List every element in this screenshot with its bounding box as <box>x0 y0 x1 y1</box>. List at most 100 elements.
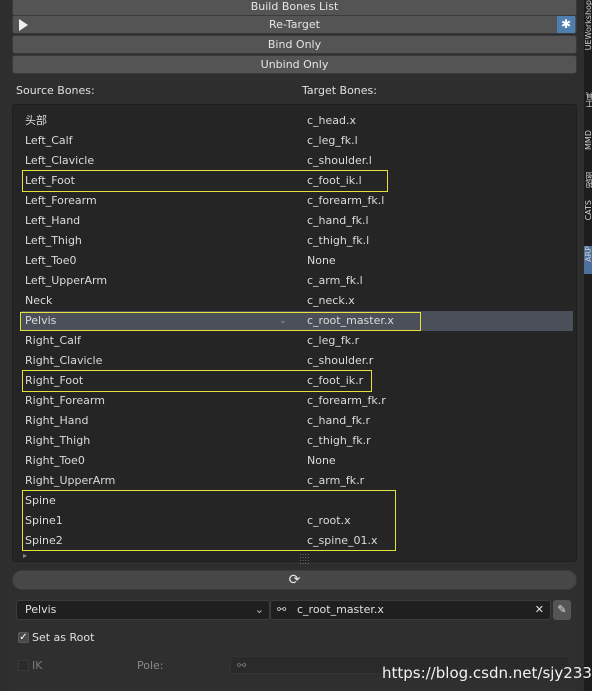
build-bones-list-label: Build Bones List <box>250 0 339 13</box>
bone-row[interactable]: Left_Clavicle c_shoulder.l <box>21 151 573 171</box>
source-bone: Right_Clavicle <box>25 354 103 367</box>
tab-tools[interactable]: 工具 <box>584 92 592 116</box>
retarget-button[interactable]: Re-Target ✱ <box>12 15 577 34</box>
bone-icon: ⚯ <box>237 659 247 672</box>
retarget-panel: Build Bones List Re-Target ✱ Bind Only U… <box>0 0 584 691</box>
target-bone: c_leg_fk.l <box>307 134 358 147</box>
bone-row[interactable]: Right_Calf c_leg_fk.r <box>21 331 573 351</box>
source-bone: Left_Thigh <box>25 234 82 247</box>
ik-checkbox[interactable] <box>18 660 29 671</box>
source-bone: Right_Thigh <box>25 434 91 447</box>
source-bone: Left_Toe0 <box>25 254 77 267</box>
source-bone: Right_Forearm <box>25 394 105 407</box>
set-as-root-checkbox[interactable]: ✓ <box>18 632 29 643</box>
play-icon <box>19 19 28 31</box>
eyedropper-icon[interactable]: ✎ <box>553 600 571 620</box>
settings-gear-icon[interactable]: ✱ <box>557 16 575 33</box>
clear-x-icon[interactable]: ✕ <box>535 601 544 619</box>
source-bone: Pelvis <box>25 314 57 327</box>
target-bone: None <box>307 254 336 267</box>
resize-grip-icon[interactable]: :::::::: <box>299 552 310 566</box>
target-bone: c_root_master.x <box>307 314 394 327</box>
bone-row[interactable]: Spine2 c_spine_01.x <box>21 531 573 551</box>
target-bone-value: c_root_master.x <box>297 603 384 616</box>
target-bone: c_forearm_fk.l <box>307 194 385 207</box>
refresh-button[interactable]: ⟳ <box>12 570 577 590</box>
bone-row[interactable]: Right_Toe0 None <box>21 451 573 471</box>
target-bone: c_shoulder.l <box>307 154 372 167</box>
bone-row[interactable]: Right_Forearm c_forearm_fk.r <box>21 391 573 411</box>
bone-row[interactable]: Neck c_neck.x <box>21 291 573 311</box>
source-bones-header: Source Bones: <box>16 84 95 97</box>
target-bone: c_hand_fk.r <box>307 414 370 427</box>
tab-mmd[interactable]: MMD <box>584 130 592 164</box>
source-bone: Spine2 <box>25 534 63 547</box>
tab-ueworkshop[interactable]: UEWorkshop <box>584 0 592 78</box>
bone-row[interactable]: Right_Hand c_hand_fk.r <box>21 411 573 431</box>
expand-triangle-icon[interactable]: ▸ <box>23 551 27 560</box>
chevron-down-icon: ⌄ <box>254 603 264 616</box>
pole-label: Pole: <box>137 659 164 672</box>
bone-row[interactable]: Left_Toe0 None <box>21 251 573 271</box>
build-bones-list-button[interactable]: Build Bones List <box>12 0 577 16</box>
bone-row[interactable]: Left_Hand c_hand_fk.l <box>21 211 573 231</box>
bone-row[interactable]: Right_Clavicle c_shoulder.r <box>21 351 573 371</box>
source-bone: 头部 <box>25 114 47 127</box>
bone-row[interactable]: Right_UpperArm c_arm_fk.r <box>21 471 573 491</box>
target-bone: c_arm_fk.l <box>307 274 363 287</box>
source-bone: Left_Forearm <box>25 194 97 207</box>
bone-row[interactable]: Left_Forearm c_forearm_fk.l <box>21 191 573 211</box>
bone-row[interactable]: Left_Foot c_foot_ik.l <box>21 171 573 191</box>
target-bone: c_foot_ik.l <box>307 174 362 187</box>
bone-row-selected[interactable]: Pelvis ⌄ c_root_master.x <box>21 311 573 331</box>
side-tab-strip: UEWorkshop 工具 MMD 视图 CATS ARP <box>584 0 592 691</box>
bone-row[interactable]: Left_Thigh c_thigh_fk.l <box>21 231 573 251</box>
bone-row[interactable]: Spine1 c_root.x <box>21 511 573 531</box>
tab-arp[interactable]: ARP <box>584 246 592 274</box>
source-bone: Spine <box>25 494 56 507</box>
source-bone: Right_Foot <box>25 374 84 387</box>
bone-icon: ⚯ <box>277 603 287 616</box>
tab-cats[interactable]: CATS <box>584 200 592 236</box>
ik-label: IK <box>32 659 43 672</box>
source-bone: Left_UpperArm <box>25 274 108 287</box>
refresh-icon: ⟳ <box>288 572 301 588</box>
source-bone: Right_Hand <box>25 414 89 427</box>
target-bone: c_foot_ik.r <box>307 374 364 387</box>
source-bone: Right_Calf <box>25 334 81 347</box>
source-bone-selector[interactable]: Pelvis ⌄ <box>16 600 270 620</box>
bone-row[interactable]: Right_Foot c_foot_ik.r <box>21 371 573 391</box>
bone-row[interactable]: Left_Calf c_leg_fk.l <box>21 131 573 151</box>
retarget-label: Re-Target <box>269 18 320 31</box>
chevron-down-icon: ⌄ <box>279 316 287 326</box>
target-bone: c_leg_fk.r <box>307 334 360 347</box>
target-bone: c_shoulder.r <box>307 354 374 367</box>
source-bone: Left_Clavicle <box>25 154 95 167</box>
source-bone: Left_Calf <box>25 134 73 147</box>
unbind-only-label: Unbind Only <box>260 58 329 71</box>
set-as-root-label: Set as Root <box>32 631 95 644</box>
target-bone: c_arm_fk.r <box>307 474 365 487</box>
bone-row[interactable]: 头部 c_head.x <box>21 111 573 131</box>
target-bone: c_neck.x <box>307 294 355 307</box>
source-bone: Right_Toe0 <box>25 454 85 467</box>
target-bone-field[interactable]: ⚯ c_root_master.x ✕ <box>270 600 551 620</box>
bone-row[interactable]: Left_UpperArm c_arm_fk.l <box>21 271 573 291</box>
target-bone: c_root.x <box>307 514 351 527</box>
source-bone: Left_Foot <box>25 174 75 187</box>
target-bone: c_forearm_fk.r <box>307 394 386 407</box>
target-bone: c_thigh_fk.l <box>307 234 370 247</box>
target-bone: None <box>307 454 336 467</box>
bind-only-button[interactable]: Bind Only <box>12 35 577 54</box>
unbind-only-button[interactable]: Unbind Only <box>12 55 577 74</box>
bone-row[interactable]: Spine <box>21 491 573 511</box>
source-bone: Right_UpperArm <box>25 474 116 487</box>
source-bone: Spine1 <box>25 514 63 527</box>
tab-view[interactable]: 视图 <box>584 172 592 192</box>
bone-row[interactable]: Right_Thigh c_thigh_fk.r <box>21 431 573 451</box>
bones-list[interactable]: 头部 c_head.x Left_Calf c_leg_fk.l Left_Clav… <box>12 104 577 566</box>
target-bone: c_thigh_fk.r <box>307 434 371 447</box>
target-bone: c_head.x <box>307 114 357 127</box>
target-bone: c_spine_01.x <box>307 534 378 547</box>
target-bone: c_hand_fk.l <box>307 214 369 227</box>
